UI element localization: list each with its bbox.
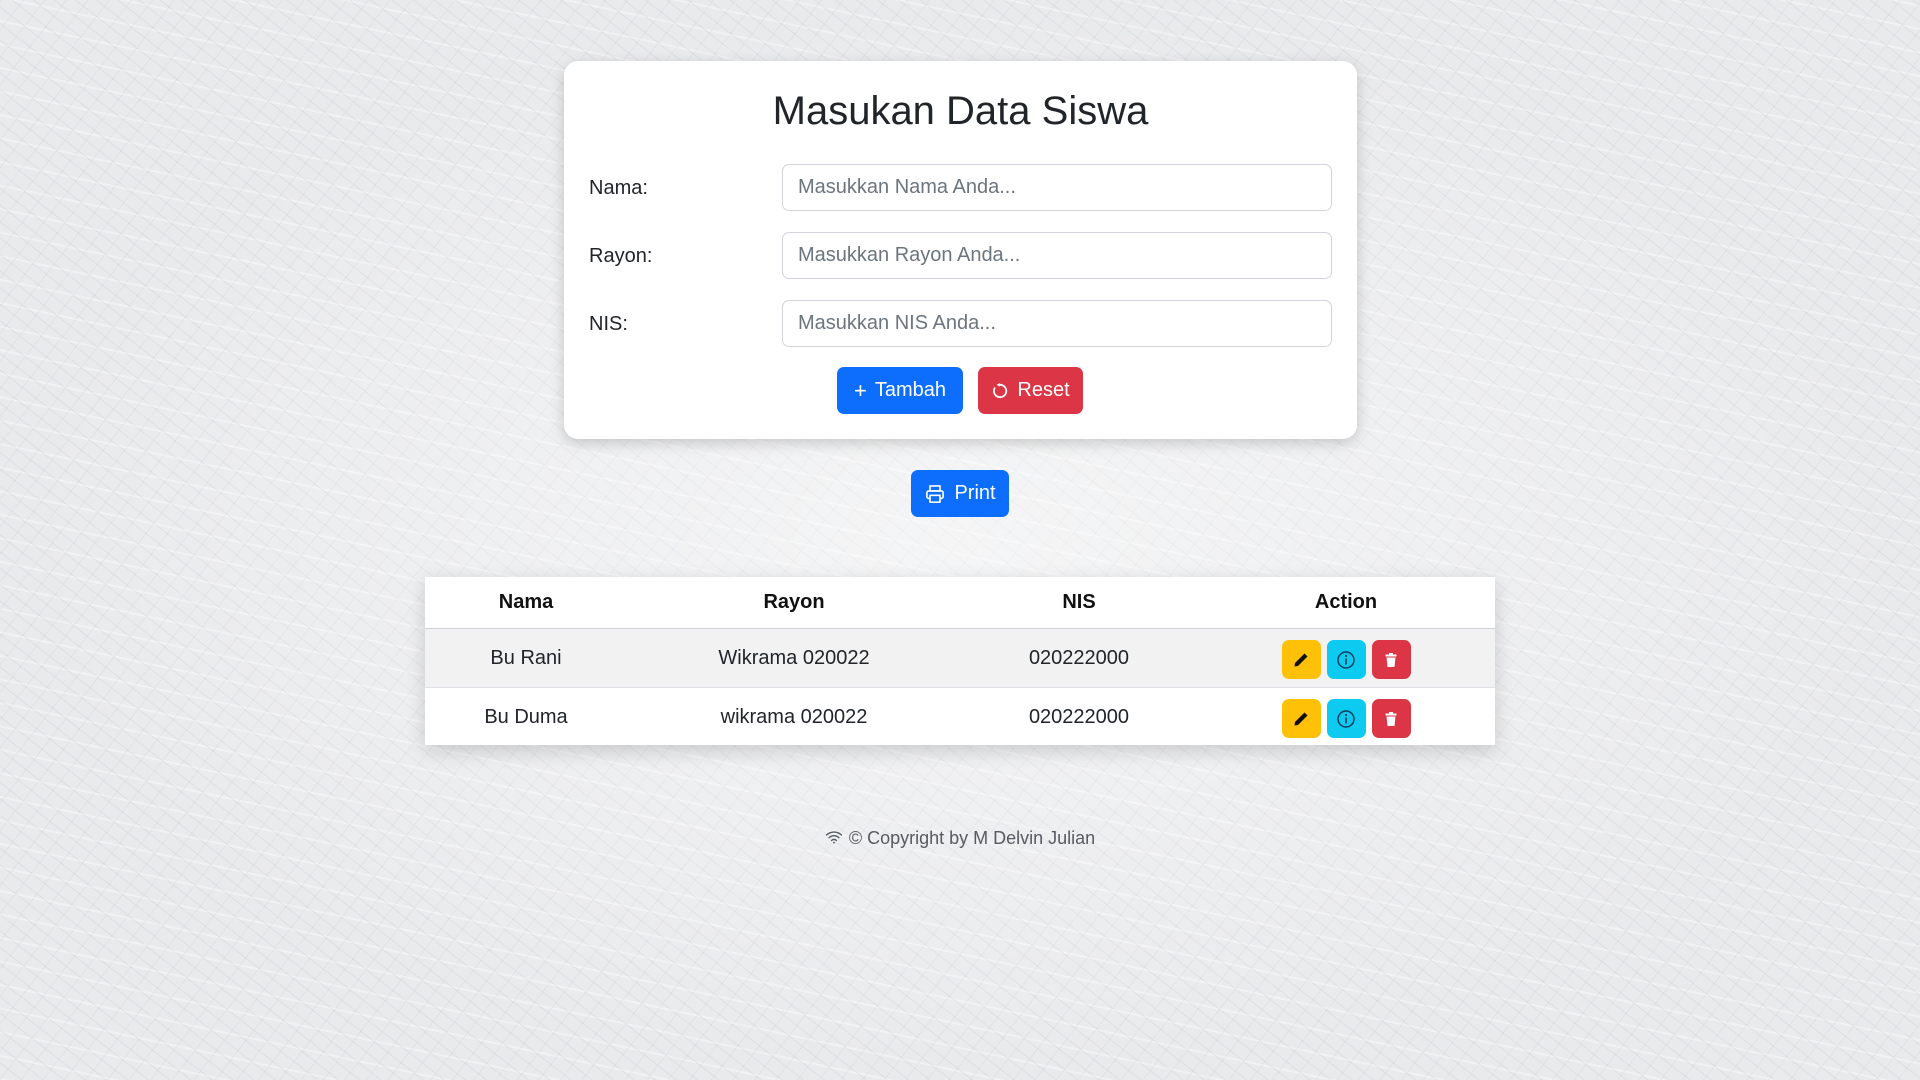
detail-button[interactable]: [1326, 640, 1366, 679]
header-action: Action: [1197, 577, 1495, 629]
pencil-icon: [1294, 653, 1308, 666]
detail-button[interactable]: [1326, 699, 1366, 738]
reset-button[interactable]: Reset: [978, 367, 1083, 414]
form-row-nis: NIS:: [589, 300, 1332, 347]
cell-nama: Bu Duma: [484, 705, 568, 728]
print-button[interactable]: Print: [911, 470, 1009, 517]
nis-label: NIS:: [589, 313, 628, 335]
nis-input[interactable]: [782, 300, 1332, 347]
info-icon: [1337, 650, 1355, 669]
cell-action: [1197, 688, 1495, 747]
cell-nis: 020222000: [961, 628, 1197, 688]
tambah-button[interactable]: + Tambah: [837, 367, 963, 414]
table-row: Bu Duma wikrama 020022 020222000: [425, 688, 1495, 747]
row-actions: [1197, 637, 1495, 679]
cell-action: [1197, 628, 1495, 688]
data-table-container: Nama Rayon NIS Action Bu Rani Wikrama 02…: [425, 577, 1495, 745]
cell-rayon: Wikrama 020022: [627, 628, 961, 688]
table-row: Bu Rani Wikrama 020022 020222000: [425, 628, 1495, 688]
trash-icon: [1385, 652, 1397, 667]
reset-button-label: Reset: [1017, 379, 1070, 401]
header-nis: NIS: [961, 577, 1197, 629]
rayon-label: Rayon:: [589, 245, 653, 267]
delete-button[interactable]: [1371, 699, 1411, 738]
rayon-input[interactable]: [782, 232, 1332, 279]
pencil-icon: [1294, 712, 1308, 725]
trash-icon: [1385, 711, 1397, 726]
copyright-text: © Copyright by M Delvin Julian: [848, 828, 1096, 848]
printer-icon: [924, 484, 946, 504]
table-header-row: Nama Rayon NIS Action: [425, 577, 1495, 629]
form-title: Masukan Data Siswa: [772, 89, 1149, 133]
data-table: Nama Rayon NIS Action Bu Rani Wikrama 02…: [425, 577, 1495, 746]
cell-rayon: wikrama 020022: [720, 705, 868, 728]
wifi-icon: [825, 828, 843, 849]
form-card: Masukan Data Siswa Nama: Rayon: NIS: + T…: [564, 61, 1357, 439]
cell-nama: Bu Rani: [425, 628, 627, 688]
reset-icon: [991, 382, 1009, 400]
form-row-rayon: Rayon:: [589, 232, 1332, 279]
info-icon: [1337, 709, 1355, 728]
row-actions: [1197, 696, 1495, 738]
edit-button[interactable]: [1281, 640, 1321, 679]
header-rayon: Rayon: [627, 577, 961, 629]
header-nama: Nama: [425, 577, 627, 629]
delete-button[interactable]: [1371, 640, 1411, 679]
nama-label: Nama:: [589, 177, 648, 199]
tambah-button-label: Tambah: [874, 379, 946, 401]
edit-button[interactable]: [1281, 699, 1321, 738]
plus-icon: +: [853, 377, 867, 403]
cell-nis: 020222000: [1028, 705, 1130, 728]
nama-input[interactable]: [782, 164, 1332, 211]
footer: © Copyright by M Delvin Julian: [0, 828, 1920, 849]
form-row-nama: Nama:: [589, 164, 1332, 211]
print-button-label: Print: [954, 482, 996, 504]
